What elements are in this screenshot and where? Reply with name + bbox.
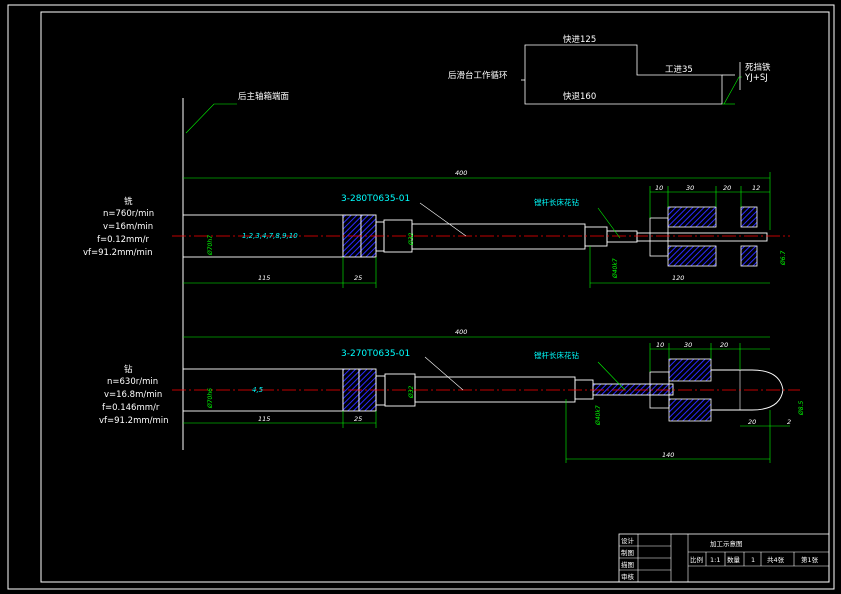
tb-qty-value: 1 <box>751 556 755 564</box>
tb-qty-label: 数量 <box>727 555 741 564</box>
row2-param-vf: vf=91.2mm/min <box>99 416 169 426</box>
tb-label-review: 审核 <box>621 572 635 581</box>
row1-dim-d4: 12 <box>752 184 760 192</box>
inner-border <box>40 11 830 583</box>
row1-dim-d1: 10 <box>655 184 663 192</box>
cycle-work-feed: 工进35 <box>665 65 693 75</box>
row1-dia-body: Ø70h7 <box>207 235 214 256</box>
row1-drill-label: 镗杆长床花钻 <box>534 197 579 207</box>
row1-tooling: 铣 n=760r/min v=16m/min f=0.12mm/r vf=91.… <box>83 169 790 288</box>
tb-sheet-no: 第1张 <box>801 555 819 564</box>
row1-dim-d3: 20 <box>723 184 731 192</box>
row2-dim-d4: 20 <box>748 418 756 426</box>
tb-sheets-total: 共4张 <box>767 555 785 564</box>
row1-dia-mid: Ø32 <box>408 232 415 246</box>
row1-spindle-numbers: 1,2,3,4,7,8,9,10 <box>242 232 298 240</box>
row1-dia-end: Ø6.7 <box>780 251 787 266</box>
cycle-title: 后滑台工作循环 <box>448 70 508 81</box>
row1-param-f: f=0.12mm/r <box>97 235 149 245</box>
cycle-diagram: 后滑台工作循环 快进125 工进35 死挡铁 YJ+SJ 快退160 <box>448 34 771 105</box>
row1-operation: 铣 <box>124 196 133 207</box>
row1-dim-seg2: 25 <box>354 274 362 282</box>
cycle-rapid-return: 快退160 <box>563 91 596 102</box>
row2-dim-seg3: 140 <box>662 451 674 459</box>
cycle-dwell: 死挡铁 <box>745 62 771 73</box>
row2-param-f: f=0.146mm/r <box>102 403 160 413</box>
row2-tooling: 钻 n=630r/min v=16.8m/min f=0.146mm/r vf=… <box>99 328 805 463</box>
row1-dim-d2: 30 <box>686 184 694 192</box>
cycle-rapid-forward: 快进125 <box>563 34 596 45</box>
tb-label-trace: 描图 <box>621 560 634 569</box>
row1-part-code: 3-280T0635-01 <box>341 194 410 204</box>
drawing-sheet: 后滑台工作循环 快进125 工进35 死挡铁 YJ+SJ 快退160 后主轴箱端… <box>7 4 835 590</box>
tb-scale-value: 1:1 <box>710 556 720 564</box>
row2-dia-body: Ø70h6 <box>207 388 214 409</box>
row2-param-n: n=630r/min <box>107 377 158 387</box>
title-block: 设计 制图 描图 审核 加工示意图 比例 1:1 数量 1 共4张 第1张 <box>618 533 830 583</box>
header-note: 后主轴箱端面 <box>238 91 290 102</box>
row2-dim-overall: 400 <box>455 328 467 336</box>
tb-drawing-title: 加工示意图 <box>710 539 743 548</box>
row2-dim-d1: 10 <box>656 341 664 349</box>
row1-dia-small: Ø40k7 <box>612 258 619 279</box>
row2-dia-mid: Ø32 <box>408 385 415 399</box>
row1-dim-seg1: 115 <box>258 274 270 282</box>
row1-dim-overall: 400 <box>455 169 467 177</box>
row2-operation: 钻 <box>124 364 133 375</box>
row2-dim-seg2: 25 <box>354 415 362 423</box>
row1-dim-seg3: 120 <box>672 274 684 282</box>
row2-drill-label: 镗杆长床花钻 <box>534 350 579 360</box>
cycle-dwell-note: YJ+SJ <box>744 73 768 83</box>
row2-dia-end: Ø8.5 <box>798 401 805 416</box>
row2-dia-small: Ø40k7 <box>595 405 602 426</box>
row2-spindle-numbers: 4,5 <box>252 386 264 394</box>
row2-dim-d2: 30 <box>684 341 692 349</box>
row2-dim-d5: 2 <box>787 418 791 426</box>
outer-border <box>7 4 835 590</box>
row2-part-code: 3-270T0635-01 <box>341 349 410 359</box>
row1-param-vf: vf=91.2mm/min <box>83 248 153 258</box>
row2-dim-seg1: 115 <box>258 415 270 423</box>
row2-dim-d3: 20 <box>720 341 728 349</box>
row1-param-n: n=760r/min <box>103 209 154 219</box>
row1-param-v: v=16m/min <box>103 222 153 232</box>
tb-scale-label: 比例 <box>690 555 703 564</box>
tb-label-design: 设计 <box>621 536 635 545</box>
row2-param-v: v=16.8m/min <box>104 390 162 400</box>
tb-label-draft: 制图 <box>621 548 634 557</box>
